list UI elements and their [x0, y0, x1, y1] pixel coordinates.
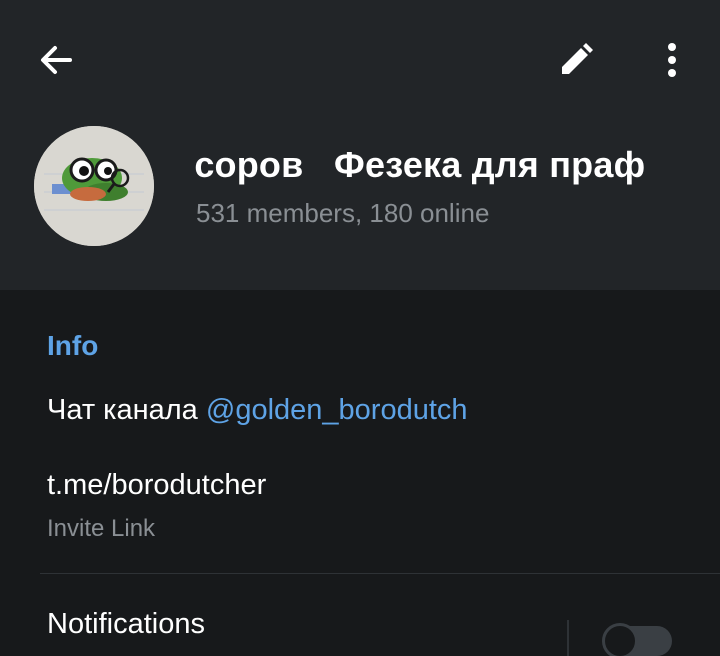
avatar[interactable] — [34, 126, 154, 246]
invite-link[interactable]: t.me/borodutcher — [47, 465, 266, 505]
toggle-knob — [602, 623, 638, 656]
back-button[interactable] — [28, 32, 84, 88]
avatar-image — [34, 126, 154, 246]
info-section-title: Info — [47, 330, 99, 361]
notifications-row[interactable]: Notifications — [0, 590, 720, 656]
arrow-left-icon — [41, 46, 72, 74]
chat-title: исоров Фезека для праф — [194, 144, 646, 185]
description-mention-link[interactable]: @golden_borodutch — [206, 394, 468, 426]
notifications-label: Notifications — [47, 608, 205, 640]
notifications-toggle[interactable] — [602, 623, 672, 656]
member-count: 531 members, 180 online — [196, 198, 490, 228]
pencil-icon — [562, 43, 593, 74]
chat-title-container: исоров Фезека для праф — [194, 142, 700, 188]
divider — [40, 573, 720, 574]
more-options-button[interactable] — [644, 32, 700, 88]
edit-button[interactable] — [548, 32, 604, 88]
invite-link-caption: Invite Link — [47, 515, 156, 542]
vertical-divider — [567, 620, 569, 656]
more-vertical-icon — [668, 43, 676, 77]
profile-header: исоров Фезека для праф 531 members, 180 … — [0, 0, 720, 290]
chat-description: Чат канала @golden_borodutch — [47, 390, 468, 430]
description-text: Чат канала — [47, 394, 206, 426]
chat-profile-screen: исоров Фезека для праф 531 members, 180 … — [0, 0, 720, 656]
